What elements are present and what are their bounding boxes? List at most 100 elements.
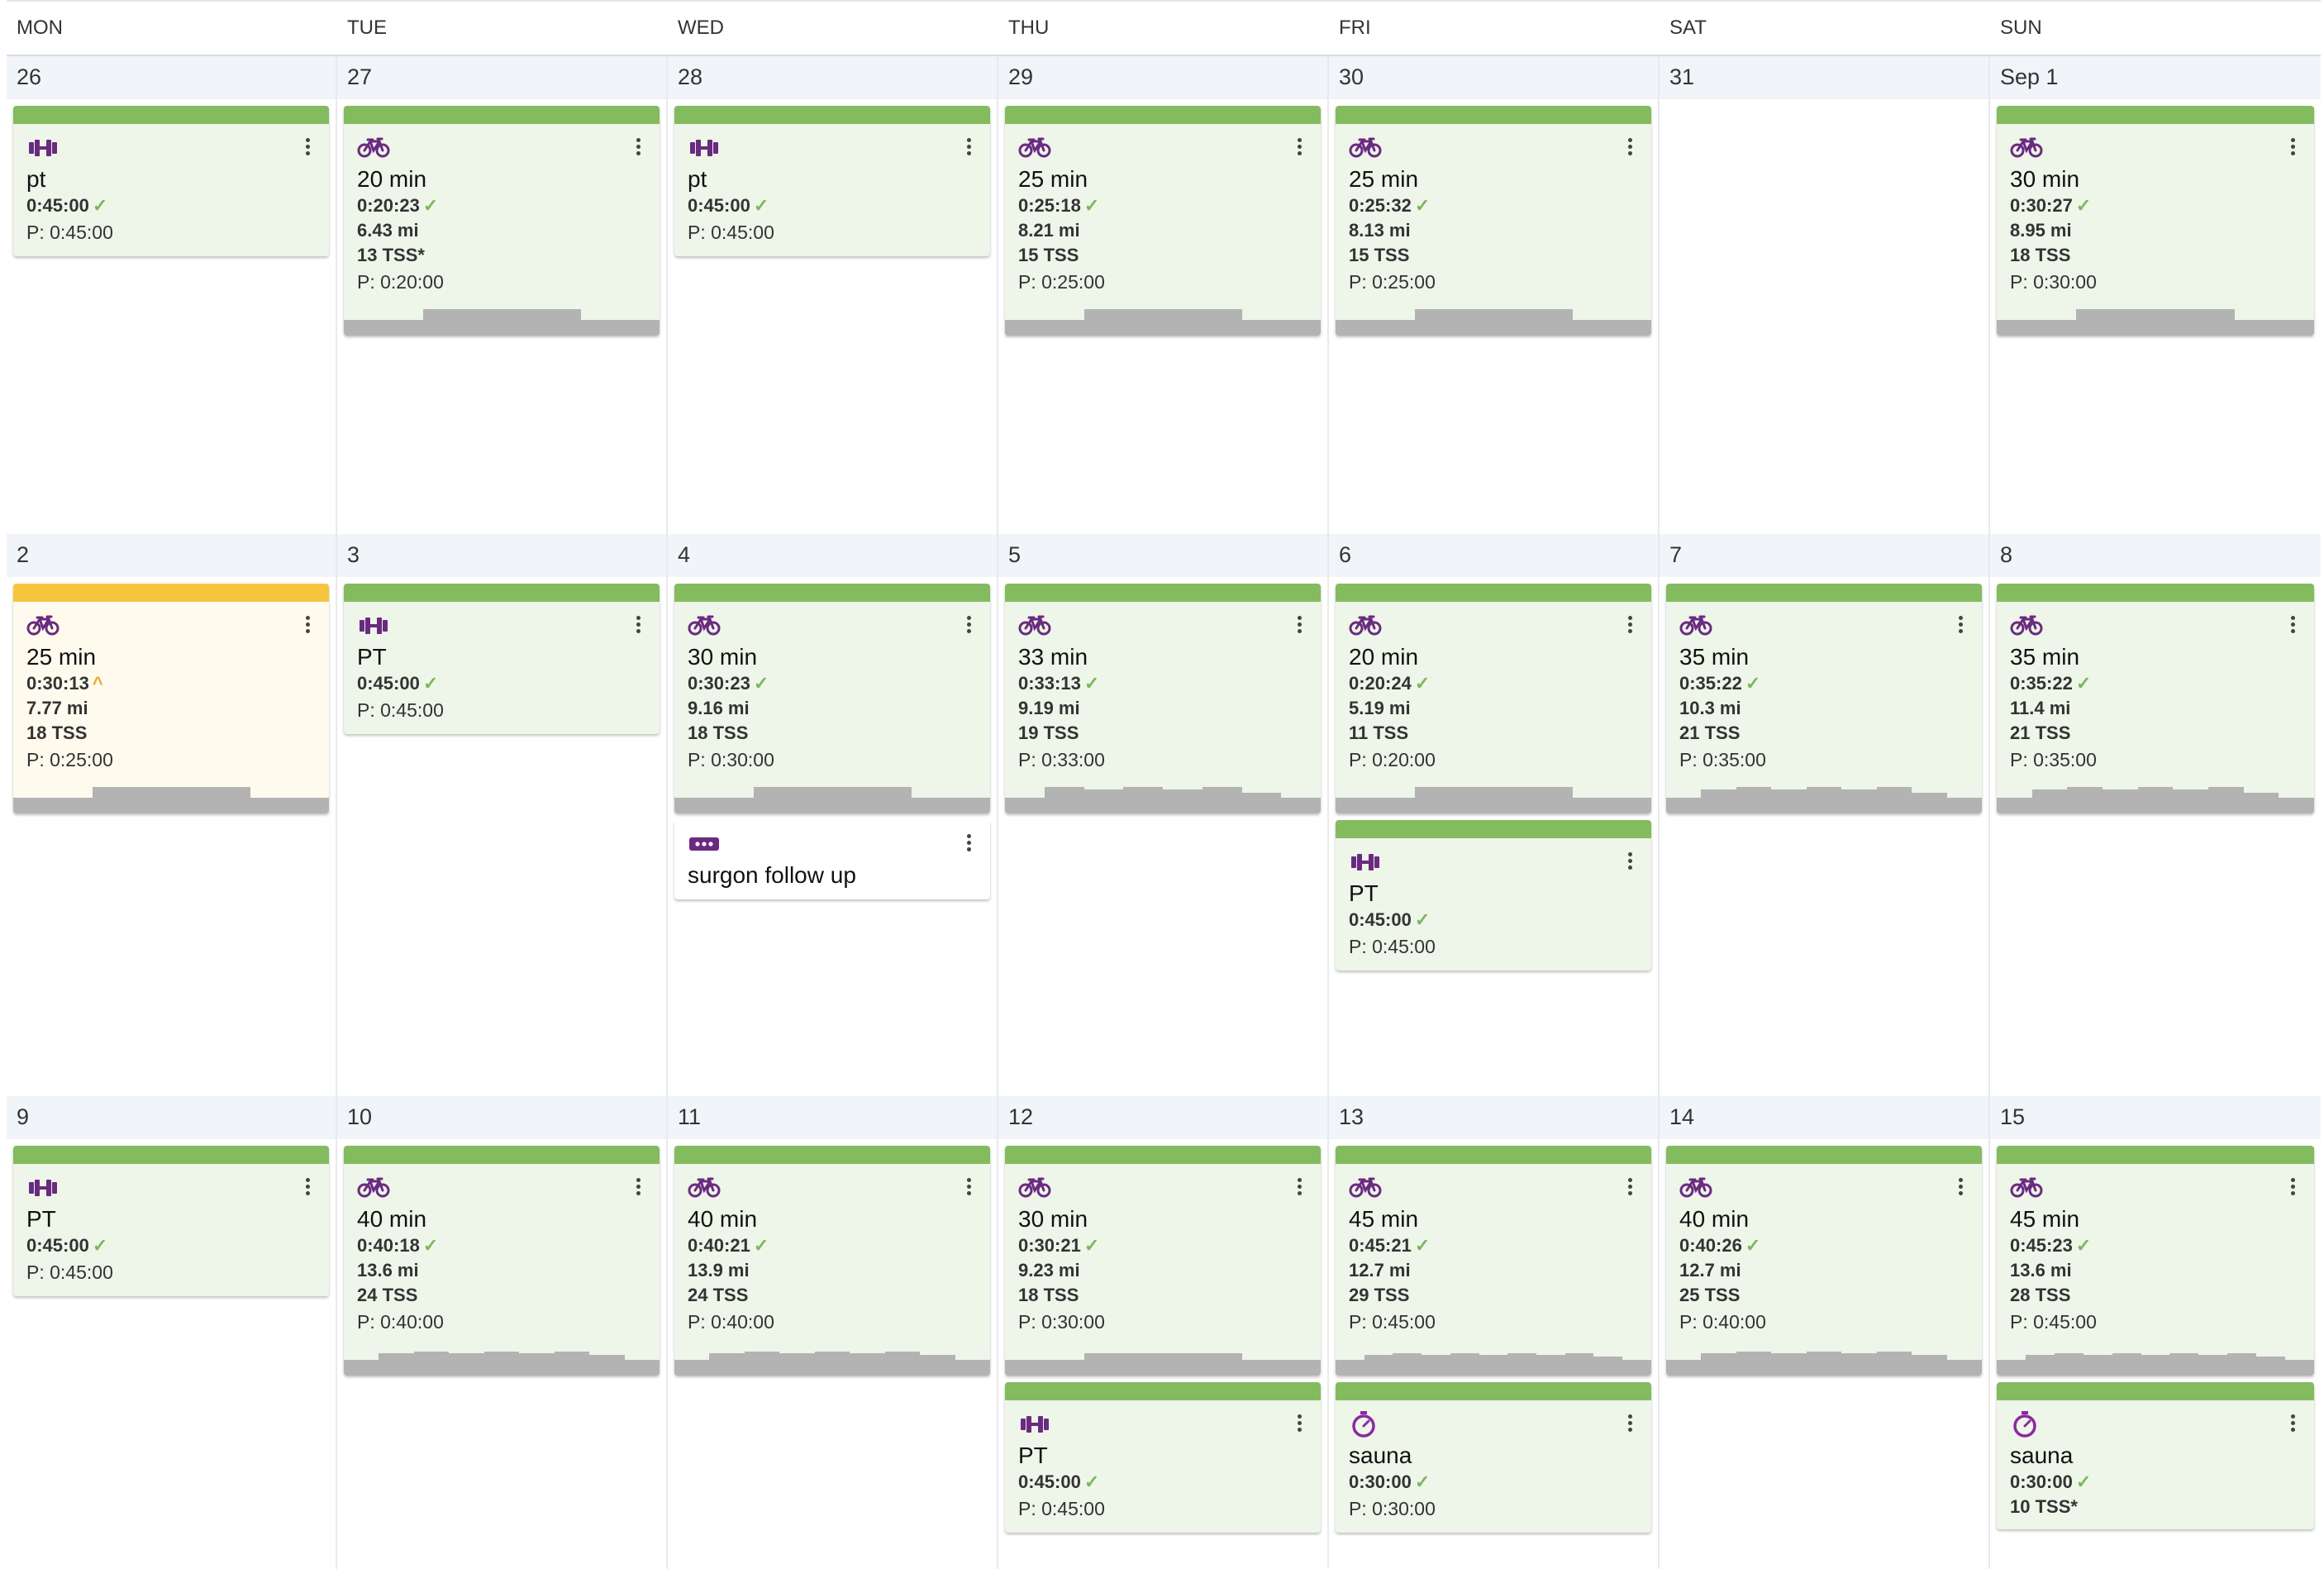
workout-card-strength[interactable]: PT 0:45:00 ✓ P: 0:45:00 bbox=[1336, 820, 1651, 970]
workout-duration: 0:40:21 ✓ bbox=[688, 1233, 977, 1258]
day-cell[interactable]: 28 pt 0:45:00 ✓ P: 0:45:00 bbox=[668, 56, 998, 534]
workout-card-bike[interactable]: 40 min 0:40:18 ✓ 13.6 mi 24 TSS P: 0:40:00 bbox=[344, 1146, 660, 1376]
day-number: 2 bbox=[17, 542, 30, 567]
workout-duration: 0:30:23 ✓ bbox=[688, 671, 977, 696]
duration-value: 0:45:00 bbox=[26, 1235, 89, 1256]
workout-card-sauna[interactable]: sauna 0:30:00 ✓ 10 TSS* bbox=[1997, 1382, 2314, 1529]
chart-bar bbox=[2067, 787, 2103, 813]
workout-card-bike[interactable]: 40 min 0:40:21 ✓ 13.9 mi 24 TSS P: 0:40:00 bbox=[674, 1146, 990, 1376]
compliance-bar bbox=[13, 1146, 329, 1164]
more-menu-icon[interactable] bbox=[1628, 850, 1635, 872]
bike-icon bbox=[1679, 612, 1969, 640]
day-cell[interactable]: 11 40 min 0:40:21 ✓ 13.9 mi 24 TSS P: 0:40:00 bbox=[668, 1096, 998, 1569]
day-cell[interactable]: 3 PT 0:45:00 ✓ P: 0:45:00 bbox=[337, 534, 668, 1096]
day-cell[interactable]: 10 40 min 0:40:18 ✓ 13.6 mi 24 TSS P: 0:40:00 bbox=[337, 1096, 668, 1569]
workout-structure-chart bbox=[1336, 779, 1651, 813]
more-menu-icon[interactable] bbox=[1628, 136, 1635, 158]
workout-card-bike[interactable]: 30 min 0:30:21 ✓ 9.23 mi 18 TSS P: 0:30:00 bbox=[1005, 1146, 1321, 1376]
workout-card-bike[interactable]: 25 min 0:25:18 ✓ 8.21 mi 15 TSS P: 0:25:00 bbox=[1005, 106, 1321, 336]
more-menu-icon[interactable] bbox=[636, 1176, 643, 1198]
day-cell[interactable]: 13 45 min 0:45:21 ✓ 12.7 mi 29 TSS P: 0:45:00 s… bbox=[1329, 1096, 1660, 1569]
more-menu-icon[interactable] bbox=[967, 613, 974, 636]
day-cell[interactable]: 7 35 min 0:35:22 ✓ 10.3 mi 21 TSS P: 0:35:00 bbox=[1660, 534, 1990, 1096]
workout-card-strength[interactable]: PT 0:45:00 ✓ P: 0:45:00 bbox=[344, 584, 660, 734]
compliance-bar bbox=[1336, 1382, 1651, 1400]
day-cell[interactable]: 31 bbox=[1660, 56, 1990, 534]
more-menu-icon[interactable] bbox=[306, 1176, 312, 1198]
day-cell[interactable]: 29 25 min 0:25:18 ✓ 8.21 mi 15 TSS P: 0:25:00 bbox=[998, 56, 1329, 534]
workout-structure-chart bbox=[1005, 1341, 1321, 1376]
workout-card-bike[interactable]: 35 min 0:35:22 ✓ 10.3 mi 21 TSS P: 0:35:00 bbox=[1666, 584, 1982, 813]
more-menu-icon[interactable] bbox=[1298, 1412, 1304, 1434]
workout-title: PT bbox=[357, 644, 387, 670]
workout-duration: 0:30:21 ✓ bbox=[1018, 1233, 1307, 1258]
chart-bar bbox=[753, 787, 912, 813]
chart-bar bbox=[2285, 1360, 2314, 1376]
workout-card-bike[interactable]: 40 min 0:40:26 ✓ 12.7 mi 25 TSS P: 0:40:00 bbox=[1666, 1146, 1982, 1376]
workout-card-bike[interactable]: 25 min 0:30:13 ^ 7.77 mi 18 TSS P: 0:25:00 bbox=[13, 584, 329, 813]
more-menu-icon[interactable] bbox=[1959, 1176, 1965, 1198]
more-menu-icon[interactable] bbox=[636, 136, 643, 158]
compliance-bar bbox=[1666, 584, 1982, 602]
day-cell[interactable]: 30 25 min 0:25:32 ✓ 8.13 mi 15 TSS P: 0:25:00 bbox=[1329, 56, 1660, 534]
workout-card-strength[interactable]: PT 0:45:00 ✓ P: 0:45:00 bbox=[1005, 1382, 1321, 1533]
day-cell[interactable]: 14 40 min 0:40:26 ✓ 12.7 mi 25 TSS P: 0:40:00 bbox=[1660, 1096, 1990, 1569]
more-menu-icon[interactable] bbox=[967, 832, 974, 854]
day-cell[interactable]: 27 20 min 0:20:23 ✓ 6.43 mi 13 TSS* P: 0:20:00 bbox=[337, 56, 668, 534]
workout-stat: 11.4 mi bbox=[2010, 698, 2071, 718]
workout-card-bike[interactable]: 45 min 0:45:21 ✓ 12.7 mi 29 TSS P: 0:45:00 bbox=[1336, 1146, 1651, 1376]
more-menu-icon[interactable] bbox=[1628, 1176, 1635, 1198]
bike-icon bbox=[357, 1174, 646, 1202]
more-menu-icon[interactable] bbox=[306, 136, 312, 158]
workout-card-sauna[interactable]: sauna 0:30:00 ✓ P: 0:30:00 bbox=[1336, 1382, 1651, 1533]
workout-card-bike[interactable]: 30 min 0:30:23 ✓ 9.16 mi 18 TSS P: 0:30:00 bbox=[674, 584, 990, 813]
chart-bar bbox=[1622, 1360, 1651, 1376]
more-menu-icon[interactable] bbox=[1298, 136, 1304, 158]
duration-value: 0:20:24 bbox=[1349, 673, 1412, 694]
more-menu-icon[interactable] bbox=[2291, 136, 2298, 158]
more-menu-icon[interactable] bbox=[2291, 613, 2298, 636]
workout-card-bike[interactable]: 20 min 0:20:24 ✓ 5.19 mi 11 TSS P: 0:20:00 bbox=[1336, 584, 1651, 813]
chart-bar bbox=[1336, 798, 1415, 813]
day-cell[interactable]: 15 45 min 0:45:23 ✓ 13.6 mi 28 TSS P: 0:45:00 s… bbox=[1990, 1096, 2321, 1569]
day-cell[interactable]: 2 25 min 0:30:13 ^ 7.77 mi 18 TSS P: 0:25:00 bbox=[7, 534, 337, 1096]
day-cell[interactable]: 6 20 min 0:20:24 ✓ 5.19 mi 11 TSS P: 0:20:00 PT… bbox=[1329, 534, 1660, 1096]
more-menu-icon[interactable] bbox=[306, 613, 312, 636]
workout-card-bike[interactable]: 25 min 0:25:32 ✓ 8.13 mi 15 TSS P: 0:25:00 bbox=[1336, 106, 1651, 336]
day-cell[interactable]: 12 30 min 0:30:21 ✓ 9.23 mi 18 TSS P: 0:30:00 P… bbox=[998, 1096, 1329, 1569]
more-menu-icon[interactable] bbox=[1628, 1412, 1635, 1434]
more-menu-icon[interactable] bbox=[2291, 1176, 2298, 1198]
more-menu-icon[interactable] bbox=[967, 136, 974, 158]
planned-duration: P: 0:45:00 bbox=[26, 1261, 113, 1283]
chart-bar bbox=[624, 1360, 660, 1376]
day-cell[interactable]: 26 pt 0:45:00 ✓ P: 0:45:00 bbox=[7, 56, 337, 534]
day-cell[interactable]: 5 33 min 0:33:13 ✓ 9.19 mi 19 TSS P: 0:33:00 bbox=[998, 534, 1329, 1096]
more-menu-icon[interactable] bbox=[1959, 613, 1965, 636]
workout-title: 25 min bbox=[1018, 166, 1088, 192]
workout-card-bike[interactable]: 20 min 0:20:23 ✓ 6.43 mi 13 TSS* P: 0:20:00 bbox=[344, 106, 660, 336]
workout-card-bike[interactable]: 45 min 0:45:23 ✓ 13.6 mi 28 TSS P: 0:45:00 bbox=[1997, 1146, 2314, 1376]
workout-card-event[interactable]: surgon follow up bbox=[674, 820, 990, 899]
more-menu-icon[interactable] bbox=[1298, 613, 1304, 636]
workout-duration: 0:45:00 ✓ bbox=[26, 1233, 316, 1258]
planned-duration: P: 0:30:00 bbox=[1018, 1311, 1105, 1333]
workout-card-strength[interactable]: pt 0:45:00 ✓ P: 0:45:00 bbox=[13, 106, 329, 256]
day-cell[interactable]: 4 30 min 0:30:23 ✓ 9.16 mi 18 TSS P: 0:30:00 su… bbox=[668, 534, 998, 1096]
workout-card-strength[interactable]: PT 0:45:00 ✓ P: 0:45:00 bbox=[13, 1146, 329, 1296]
more-menu-icon[interactable] bbox=[636, 613, 643, 636]
workout-card-strength[interactable]: pt 0:45:00 ✓ P: 0:45:00 bbox=[674, 106, 990, 256]
day-cell[interactable]: Sep 1 30 min 0:30:27 ✓ 8.95 mi 18 TSS P: 0:30:… bbox=[1990, 56, 2321, 534]
workout-title: 33 min bbox=[1018, 644, 1088, 670]
workout-card-bike[interactable]: 35 min 0:35:22 ✓ 11.4 mi 21 TSS P: 0:35:00 bbox=[1997, 584, 2314, 813]
more-menu-icon[interactable] bbox=[1628, 613, 1635, 636]
more-menu-icon[interactable] bbox=[2291, 1412, 2298, 1434]
more-menu-icon[interactable] bbox=[967, 1176, 974, 1198]
workout-card-bike[interactable]: 30 min 0:30:27 ✓ 8.95 mi 18 TSS P: 0:30:00 bbox=[1997, 106, 2314, 336]
day-cell[interactable]: 9 PT 0:45:00 ✓ P: 0:45:00 bbox=[7, 1096, 337, 1569]
workout-stat: 19 TSS bbox=[1018, 723, 1079, 743]
more-menu-icon[interactable] bbox=[1298, 1176, 1304, 1198]
workout-card-bike[interactable]: 33 min 0:33:13 ✓ 9.19 mi 19 TSS P: 0:33:00 bbox=[1005, 584, 1321, 813]
day-cell[interactable]: 8 35 min 0:35:22 ✓ 11.4 mi 21 TSS P: 0:35:00 bbox=[1990, 534, 2321, 1096]
duration-value: 0:40:18 bbox=[357, 1235, 420, 1256]
chart-bar bbox=[1701, 789, 1736, 813]
